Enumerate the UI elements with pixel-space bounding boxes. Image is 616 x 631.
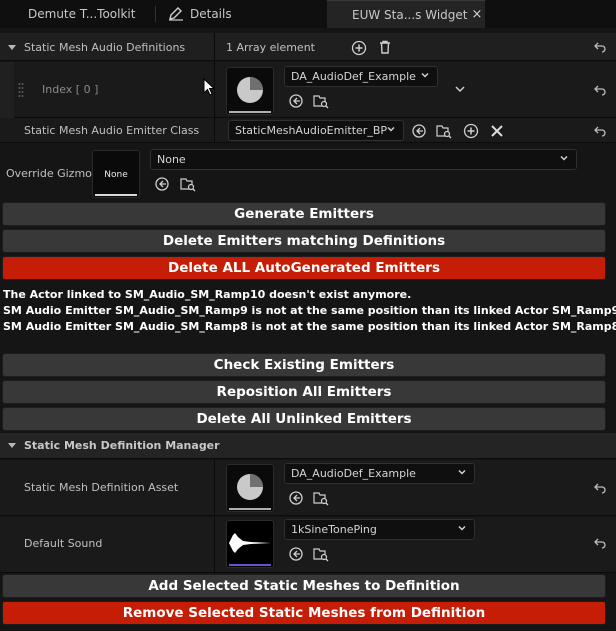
delete-all-autogenerated-button[interactable]: Delete ALL AutoGenerated Emitters [2,256,606,280]
default-sound-select[interactable]: 1kSineTonePing [284,519,475,540]
use-selected-icon[interactable] [288,546,304,562]
data-asset-pie-icon [237,474,263,500]
browse-asset-icon[interactable] [313,490,329,506]
close-icon[interactable]: × [472,7,483,22]
definition-manager-label: Static Mesh Definition Manager [24,439,220,452]
delete-unlinked-button[interactable]: Delete All Unlinked Emitters [2,407,606,431]
gizmo-thumbnail[interactable]: None [92,150,140,198]
audio-definition-value: DA_AudioDef_Example [291,70,416,83]
drag-handle-icon[interactable] [18,82,24,98]
chevron-down-icon [421,72,429,78]
pencil-icon [168,7,184,21]
tab-details[interactable]: Details [168,0,308,28]
index-label: Index [ 0 ] [42,83,99,96]
emitter-class-select[interactable]: StaticMeshAudioEmitter_BP [228,120,404,141]
definition-asset-select[interactable]: DA_AudioDef_Example [284,463,475,484]
indent-gutter [0,62,14,118]
column-splitter[interactable] [214,62,215,117]
use-selected-icon[interactable] [154,176,170,192]
browse-asset-icon[interactable] [436,123,452,139]
emitter-class-label: Static Mesh Audio Emitter Class [24,124,200,137]
column-splitter[interactable] [214,118,215,142]
column-splitter[interactable] [214,33,215,60]
log-message: SM Audio Emitter SM_Audio_SM_Ramp8 is no… [3,320,616,333]
reset-arrow-icon[interactable] [594,125,606,137]
default-sound-value: 1kSineTonePing [291,523,377,536]
definition-asset-label: Static Mesh Definition Asset [24,481,179,494]
delete-matching-emitters-button[interactable]: Delete Emitters matching Definitions [2,229,606,253]
tab-bar: Demute T...Toolkit Details EUW Sta...s W… [0,0,616,28]
add-static-meshes-button[interactable]: Add Selected Static Meshes to Definition [2,574,606,598]
gizmo-select[interactable]: None [150,149,577,170]
waveform-icon [229,533,271,553]
array-count: 1 Array element [226,41,315,54]
log-message: SM Audio Emitter SM_Audio_SM_Ramp9 is no… [3,304,616,317]
data-asset-pie-icon [237,77,263,103]
reset-arrow-icon[interactable] [594,84,606,96]
default-sound-row: Default Sound 1kSineTonePing [0,517,616,573]
audio-definitions-label: Static Mesh Audio Definitions [24,41,186,54]
tab-label: Details [190,7,232,21]
chevron-down-icon [458,469,466,475]
browse-asset-icon[interactable] [313,93,329,109]
use-selected-icon[interactable] [288,490,304,506]
add-element-icon[interactable] [351,40,367,56]
add-icon[interactable] [463,123,479,139]
thumbnail-bar [229,564,271,566]
clear-icon[interactable] [489,123,505,139]
check-emitters-button[interactable]: Check Existing Emitters [2,353,606,377]
reset-arrow-icon[interactable] [594,537,606,549]
use-selected-icon[interactable] [411,123,427,139]
reset-arrow-icon[interactable] [594,482,606,494]
collapse-caret-icon[interactable] [8,45,16,50]
reset-arrow-icon[interactable] [594,41,606,53]
audio-definitions-row: Static Mesh Audio Definitions 1 Array el… [0,33,616,61]
tab-label: EUW Sta...s Widget [352,7,468,22]
chevron-down-icon [560,155,568,161]
default-sound-label: Default Sound [24,537,103,550]
definition-manager-header[interactable]: Static Mesh Definition Manager [0,433,616,459]
collapse-caret-icon[interactable] [8,443,16,448]
array-index-row: Index [ 0 ] DA_AudioDef_Example [0,62,616,118]
thumbnail-bar [229,508,271,510]
browse-asset-icon[interactable] [180,176,196,192]
chevron-down-icon [387,126,395,132]
definition-asset-value: DA_AudioDef_Example [291,467,416,480]
column-splitter[interactable] [214,460,215,515]
use-selected-icon[interactable] [288,93,304,109]
thumbnail-bar [229,111,271,113]
gizmo-value: None [157,153,186,166]
remove-static-meshes-button[interactable]: Remove Selected Static Meshes from Defin… [2,601,606,625]
emitter-class-value: StaticMeshAudioEmitter_BP [235,124,387,137]
override-gizmo-label: Override Gizmo [6,167,92,180]
generate-emitters-button[interactable]: Generate Emitters [2,202,606,226]
browse-asset-icon[interactable] [313,546,329,562]
asset-thumbnail[interactable] [226,464,274,512]
column-splitter[interactable] [214,517,215,572]
tab-demute-toolkit[interactable]: Demute T...Toolkit [14,0,154,28]
sound-thumbnail[interactable] [226,520,274,568]
thumbnail-bar [95,194,137,196]
emitter-class-row: Static Mesh Audio Emitter Class StaticMe… [0,118,616,143]
gizmo-thumb-text: None [104,170,128,180]
override-gizmo-row: Override Gizmo None None [0,144,616,200]
definition-asset-row: Static Mesh Definition Asset DA_AudioDef… [0,460,616,516]
asset-thumbnail[interactable] [226,67,274,115]
log-message: The Actor linked to SM_Audio_SM_Ramp10 d… [3,288,412,301]
trash-icon[interactable] [377,39,393,55]
tab-label: Demute T...Toolkit [28,7,136,21]
tab-divider [155,6,156,22]
chevron-down-icon [458,525,466,531]
audio-definition-select[interactable]: DA_AudioDef_Example [284,66,438,87]
expand-chevron-icon[interactable] [453,82,469,98]
tab-euw-widget[interactable]: EUW Sta...s Widget × [327,0,485,28]
reposition-emitters-button[interactable]: Reposition All Emitters [2,380,606,404]
